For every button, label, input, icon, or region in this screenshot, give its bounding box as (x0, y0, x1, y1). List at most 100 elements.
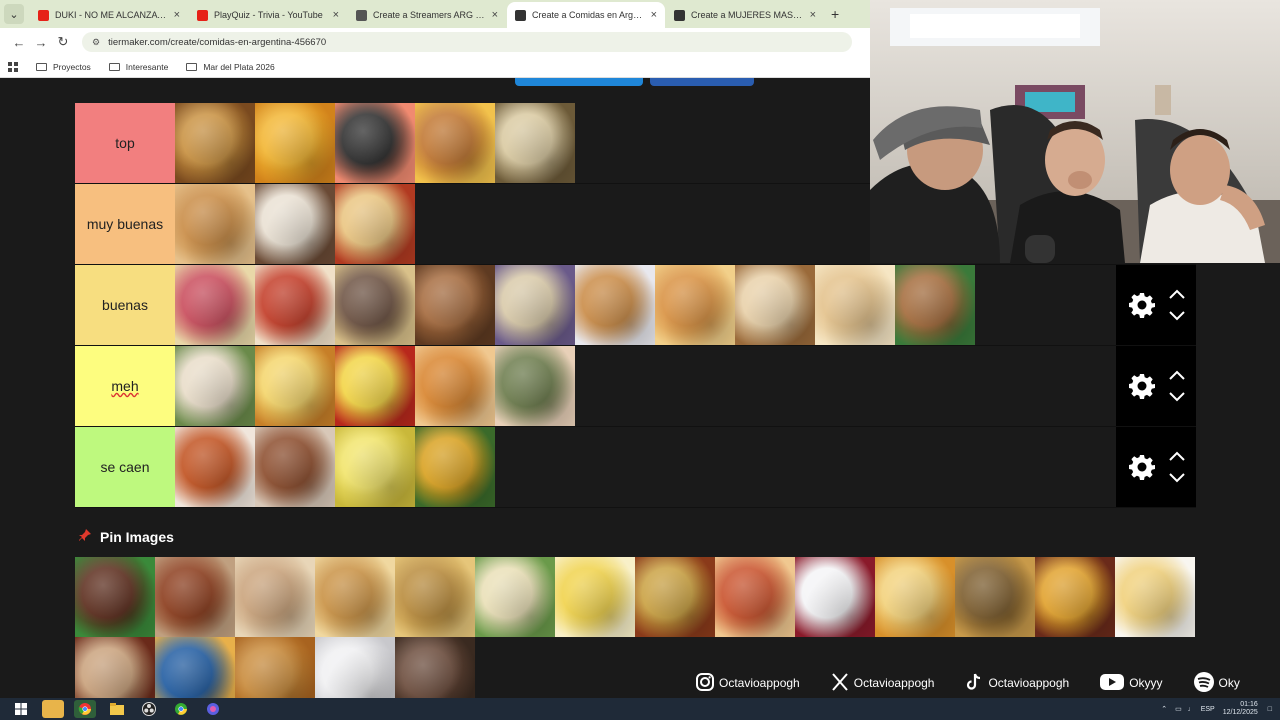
food-image-humita[interactable] (335, 427, 415, 507)
food-image-milanesa-napolitana[interactable] (635, 557, 715, 637)
tier-move-arrows (1162, 451, 1192, 483)
food-image-milanesa[interactable] (395, 557, 475, 637)
browser-tab[interactable]: Create a MUJERES MAS HERMO × (666, 2, 824, 28)
food-image-pancho[interactable] (715, 557, 795, 637)
food-image-tacos[interactable] (1035, 557, 1115, 637)
food-image-canelones[interactable] (335, 184, 415, 264)
food-image-brownie[interactable] (75, 557, 155, 637)
food-image-medialunas[interactable] (175, 184, 255, 264)
obs-icon[interactable] (138, 700, 160, 718)
food-image-chocotorta[interactable] (255, 184, 335, 264)
food-image-guiso[interactable] (175, 427, 255, 507)
gear-icon[interactable] (1122, 291, 1162, 319)
chevron-up-icon[interactable] (1168, 289, 1186, 299)
gear-icon[interactable] (1122, 453, 1162, 481)
tier-label[interactable]: meh (75, 346, 175, 426)
food-image-omelette[interactable] (555, 557, 635, 637)
reload-icon[interactable]: ↻ (52, 34, 74, 50)
volume-icon[interactable]: ♩ (1188, 706, 1195, 713)
tier-items[interactable] (175, 427, 1196, 507)
food-image-alfajores[interactable] (495, 265, 575, 345)
notifications-icon[interactable]: □ (1268, 706, 1272, 713)
chevron-down-icon[interactable] (1168, 473, 1186, 483)
back-arrow-icon[interactable]: ← (8, 35, 30, 50)
food-image-pizza[interactable] (875, 557, 955, 637)
food-image-pastel-de-papa[interactable] (335, 265, 415, 345)
chrome-icon[interactable] (74, 700, 96, 718)
tier-items[interactable] (175, 265, 1196, 345)
food-image-chipa[interactable] (815, 265, 895, 345)
file-explorer-icon[interactable] (106, 700, 128, 718)
browser-tab[interactable]: PlayQuiz - Trivia - YouTube × (189, 2, 347, 28)
food-image-polenta[interactable] (335, 346, 415, 426)
social-handle: Octavioappogh (853, 676, 935, 690)
food-image-churros[interactable] (575, 265, 655, 345)
tier-label[interactable]: muy buenas (75, 184, 175, 264)
clock[interactable]: 01:16 12/12/2025 (1223, 701, 1258, 717)
tab-close-icon[interactable]: × (810, 9, 816, 21)
tray-chevron-icon[interactable]: ⌃ (1161, 705, 1167, 713)
food-image-pan-casero[interactable] (235, 557, 315, 637)
food-image-bolas-de-fraile[interactable] (735, 265, 815, 345)
food-image-ravioles[interactable] (255, 265, 335, 345)
food-image-sushi[interactable] (335, 103, 415, 183)
food-image-rosquillas[interactable] (415, 346, 495, 426)
tier-label[interactable]: se caen (75, 427, 175, 507)
tab-close-icon[interactable]: × (333, 9, 339, 21)
media-app-icon[interactable] (42, 700, 64, 718)
browser-tab[interactable]: DUKI - NO ME ALCANZA (V × (30, 2, 188, 28)
food-image-ñoquis[interactable] (475, 557, 555, 637)
tab-close-icon[interactable]: × (651, 9, 657, 21)
apps-grid-icon[interactable] (8, 61, 18, 72)
browser-tab-bar: ⌄ DUKI - NO ME ALCANZA (V × PlayQuiz - Tri… (0, 0, 870, 28)
bookmark-proyectos[interactable]: Proyectos (36, 62, 91, 72)
tier-label[interactable]: buenas (75, 265, 175, 345)
app-icon-blue[interactable] (202, 700, 224, 718)
food-image-flan[interactable] (315, 557, 395, 637)
chevron-up-icon[interactable] (1168, 370, 1186, 380)
tab-search-chevron-icon[interactable]: ⌄ (4, 4, 24, 24)
tier-label[interactable]: top (75, 103, 175, 183)
chevron-down-icon[interactable] (1168, 311, 1186, 321)
food-image-ice-cream[interactable] (495, 103, 575, 183)
new-tab-plus-icon[interactable]: + (831, 6, 839, 22)
windows-start-icon[interactable] (10, 700, 32, 718)
chrome-profile-icon[interactable] (170, 700, 192, 718)
browser-tab[interactable]: Create a Streamers ARG (Twitch × (348, 2, 506, 28)
food-image-hamburger[interactable] (415, 103, 495, 183)
food-image-sopa-crema[interactable] (1115, 557, 1195, 637)
bookmark-mar-del-plata[interactable]: Mar del Plata 2026 (186, 62, 275, 72)
food-image-pollo[interactable] (895, 265, 975, 345)
chevron-up-icon[interactable] (1168, 451, 1186, 461)
forward-arrow-icon[interactable]: → (30, 35, 52, 50)
food-image-matambre[interactable] (495, 346, 575, 426)
gear-icon[interactable] (1122, 372, 1162, 400)
bookmark-interesante[interactable]: Interesante (108, 61, 169, 72)
top-button-right[interactable] (650, 78, 754, 86)
food-image-panqueques[interactable] (655, 265, 735, 345)
tier-items[interactable] (175, 346, 1196, 426)
food-image-buñuelos[interactable] (415, 265, 495, 345)
food-image-french-fries[interactable] (255, 103, 335, 183)
site-info-icon[interactable]: ⚙ (92, 37, 100, 48)
food-image-bizcochuelo[interactable] (255, 346, 335, 426)
food-image-postre[interactable] (795, 557, 875, 637)
address-bar[interactable]: ⚙ tiermaker.com/create/comidas-en-argent… (82, 32, 852, 52)
folder-icon (108, 62, 120, 71)
top-button-left[interactable] (515, 78, 643, 86)
food-image-sandwich-de-miga[interactable] (175, 346, 255, 426)
food-image-locro[interactable] (415, 427, 495, 507)
browser-tab[interactable]: Create a Comidas en Argentina × (507, 2, 665, 28)
food-image-picada[interactable] (175, 265, 255, 345)
chevron-down-icon[interactable] (1168, 392, 1186, 402)
food-image-albondigas[interactable] (155, 557, 235, 637)
food-image-empanadas[interactable] (175, 103, 255, 183)
network-icon[interactable]: ▭ (1175, 705, 1182, 713)
social-handle: Oky (1218, 676, 1240, 690)
tab-close-icon[interactable]: × (174, 9, 180, 21)
language-indicator[interactable]: ESP (1201, 706, 1215, 713)
bookmark-label: Interesante (125, 61, 169, 72)
tab-close-icon[interactable]: × (492, 9, 498, 21)
food-image-sopa[interactable] (255, 427, 335, 507)
food-image-papas-al-horno[interactable] (955, 557, 1035, 637)
